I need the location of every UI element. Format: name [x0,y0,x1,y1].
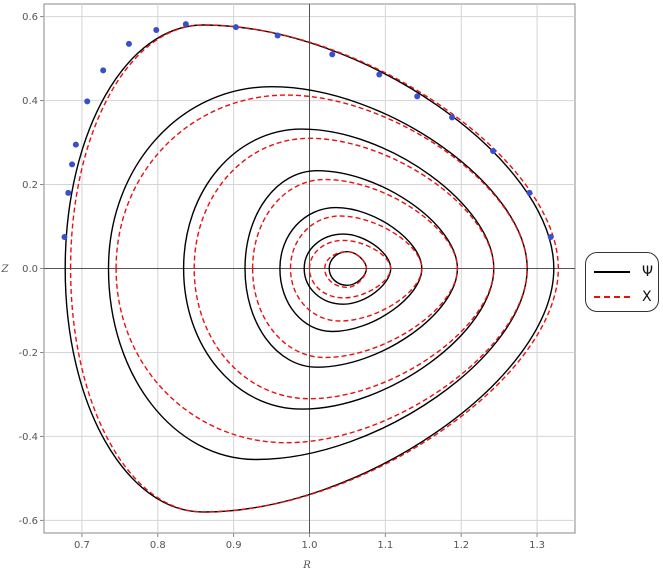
boundary-point [376,71,383,78]
y-tick-label: 0.6 [22,12,38,23]
boundary-point [69,161,76,168]
legend-label-psi: Ψ [642,264,654,280]
y-tick-label: 0.0 [22,264,38,275]
boundary-point [61,234,68,241]
boundary-point [65,189,72,196]
y-tick-label: 0.2 [22,180,38,191]
boundary-point [232,24,239,31]
x-tick-label: 1.2 [453,540,469,551]
boundary-point [153,27,160,34]
x-axis-label: R [302,560,311,571]
x-tick-label: 0.8 [150,540,166,551]
x-tick-label: 0.9 [226,540,242,551]
boundary-point [125,40,132,47]
y-tick-label: -0.2 [18,348,38,359]
legend: Ψ X [585,252,659,312]
boundary-point [100,67,107,74]
legend-swatch-psi [594,271,630,273]
x-tick-label: 0.7 [74,540,90,551]
x-tick-label: 1.0 [302,540,318,551]
legend-swatch-chi [594,296,630,298]
boundary-point [449,114,456,121]
boundary-point [490,147,497,154]
boundary-point [84,98,91,105]
boundary-point [414,93,421,100]
x-tick-label: 1.1 [377,540,393,551]
y-tick-label: -0.4 [18,432,38,443]
boundary-point [329,51,336,58]
legend-item-chi: X [594,288,656,306]
x-tick-label: 1.3 [529,540,545,551]
y-tick-label: -0.6 [18,516,38,527]
boundary-point [72,141,79,148]
boundary-point [526,189,533,196]
contour-chart: 0.7 0.8 0.9 1.0 1.1 1.2 1.3 -0.6 -0.4 -0.2 0.0 0.2 0… [1,3,576,571]
y-tick-label: 0.4 [22,96,38,107]
boundary-point [547,234,554,241]
boundary-point [274,32,281,39]
boundary-point [182,21,189,28]
legend-label-chi: X [642,289,652,305]
y-axis-label: Z [1,264,10,275]
legend-item-psi: Ψ [594,263,656,281]
